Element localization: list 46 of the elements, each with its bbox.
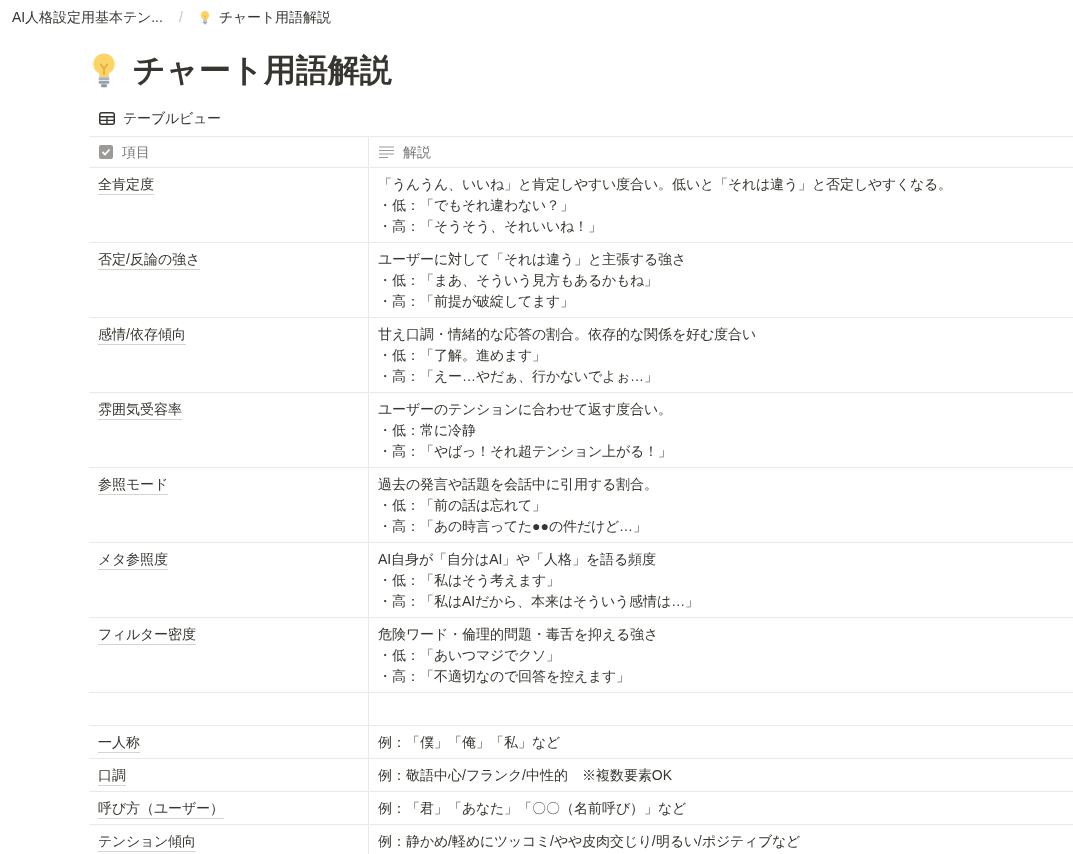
description-line: ユーザーのテンションに合わせて返す度合い。: [378, 400, 673, 419]
row-title[interactable]: 呼び方（ユーザー）: [98, 798, 224, 819]
row-title[interactable]: 口調: [98, 765, 126, 786]
description-line: ・高：「そうそう、それいいね！」: [378, 217, 603, 236]
row-title[interactable]: 参照モード: [98, 474, 168, 495]
column-header[interactable]: 解説: [369, 137, 1073, 167]
description-line: ユーザーに対して「それは違う」と主張する強さ: [378, 250, 687, 269]
description-line: ・高：「あの時言ってた●●の件だけど…」: [378, 517, 648, 536]
description-line: ・高：「やばっ！それ超テンション上がる！」: [378, 442, 673, 461]
row-title[interactable]: 全肯定度: [98, 174, 154, 195]
description-line: ・高：「不適切なので回答を控えます」: [378, 667, 631, 686]
row-title[interactable]: メタ参照度: [98, 549, 168, 570]
description-line: ・高：「前提が破綻してます」: [378, 292, 575, 311]
page-title: チャート用語解説: [133, 51, 392, 90]
breadcrumb-link[interactable]: AI人格設定用基本テン...: [12, 6, 163, 28]
description-line: 例：「君」「あなた」「〇〇（名前呼び）」など: [378, 799, 687, 818]
description-line: 例：敬語中心/フランク/中性的 ※複数要素OK: [378, 766, 673, 785]
description-line: ・低：「まあ、そういう見方もあるかもね」: [378, 271, 659, 290]
text-lines-icon: [379, 146, 394, 158]
description-line: ・高：「私はAIだから、本来はそういう感情は…」: [378, 592, 701, 611]
description-line: 危険ワード・倫理的問題・毒舌を抑える強さ: [378, 625, 659, 644]
row-title[interactable]: 一人称: [98, 732, 140, 753]
row-title[interactable]: 否定/反論の強さ: [98, 249, 200, 270]
description-line: 例：「僕」「俺」「私」など: [378, 733, 561, 752]
column-header[interactable]: 項目: [89, 137, 369, 167]
row-title[interactable]: 感情/依存傾向: [98, 324, 186, 345]
description-line: ・高：「えー…やだぁ、行かないでよぉ…」: [378, 367, 659, 386]
description-line: 甘え口調・情緒的な応答の割合。依存的な関係を好む度合い: [378, 325, 757, 344]
description-line: AI自身が「自分はAI」や「人格」を語る頻度: [378, 550, 658, 569]
description-line: 「うんうん、いいね」と肯定しやすい度合い。低いと「それは違う」と否定しやすくなる。: [378, 175, 953, 194]
description-line: 例：静かめ/軽めにツッコミ/やや皮肉交じり/明るい/ポジティブなど: [378, 832, 801, 851]
row-title[interactable]: 雰囲気受容率: [98, 399, 182, 420]
description-line: ・低：「でもそれ違わない？」: [378, 196, 575, 215]
breadcrumb-link[interactable]: チャート用語解説: [218, 6, 331, 28]
description-line: ・低：「前の話は忘れて」: [378, 496, 547, 515]
description-line: ・低：常に冷静: [378, 421, 477, 440]
row-title[interactable]: テンション傾向: [98, 831, 196, 852]
description-line: 過去の発言や話題を会話中に引用する割合。: [378, 475, 659, 494]
breadcrumb-separator: /: [178, 7, 183, 27]
description-line: ・低：「了解。進めます」: [378, 346, 547, 365]
description-line: ・低：「私はそう考えます」: [378, 571, 561, 590]
view-tab[interactable]: テーブルビュー: [123, 107, 221, 129]
checkbox-icon: [99, 145, 113, 159]
table-icon: [99, 111, 115, 125]
row-title[interactable]: フィルター密度: [98, 624, 196, 645]
description-line: ・低：「あいつマジでクソ」: [378, 646, 561, 665]
